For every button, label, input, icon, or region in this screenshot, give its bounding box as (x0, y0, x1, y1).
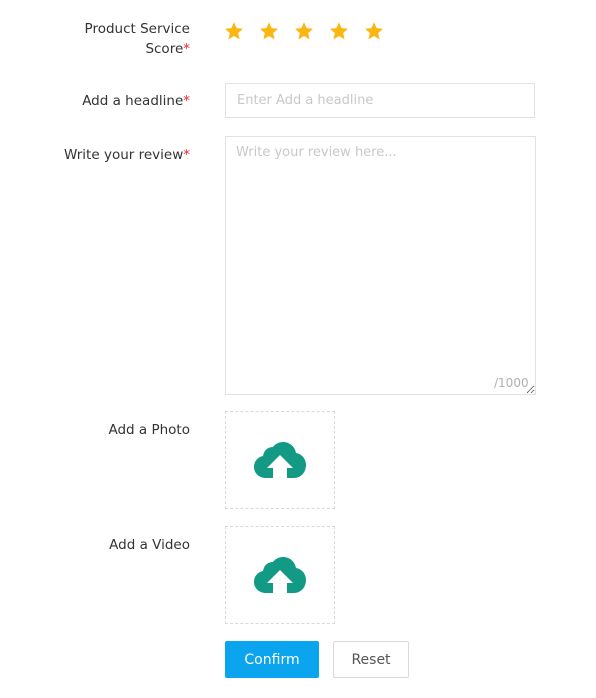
star-rating[interactable] (224, 21, 384, 41)
required-mark: * (183, 41, 190, 57)
star-icon[interactable] (329, 21, 349, 41)
video-label: Add a Video (109, 537, 190, 553)
character-counter: /1000 (494, 376, 529, 390)
score-label: Product Service Score* (85, 19, 190, 59)
review-label-text: Write your review (64, 147, 184, 163)
cloud-upload-icon (254, 442, 306, 478)
photo-upload-button[interactable] (225, 411, 335, 509)
review-label: Write your review* (64, 145, 190, 165)
confirm-button[interactable]: Confirm (225, 641, 319, 678)
headline-label: Add a headline* (82, 91, 190, 111)
video-upload-button[interactable] (225, 526, 335, 624)
star-icon[interactable] (364, 21, 384, 41)
cloud-upload-icon (254, 557, 306, 593)
headline-label-text: Add a headline (82, 93, 184, 109)
required-mark: * (183, 93, 190, 109)
required-mark: * (183, 147, 190, 163)
review-textarea[interactable] (225, 136, 536, 395)
photo-label: Add a Photo (108, 422, 190, 438)
star-icon[interactable] (224, 21, 244, 41)
score-label-line1: Product Service (84, 21, 190, 37)
star-icon[interactable] (259, 21, 279, 41)
score-label-line2: Score (145, 41, 184, 57)
reset-button[interactable]: Reset (333, 641, 409, 678)
headline-input[interactable] (225, 83, 535, 118)
star-icon[interactable] (294, 21, 314, 41)
